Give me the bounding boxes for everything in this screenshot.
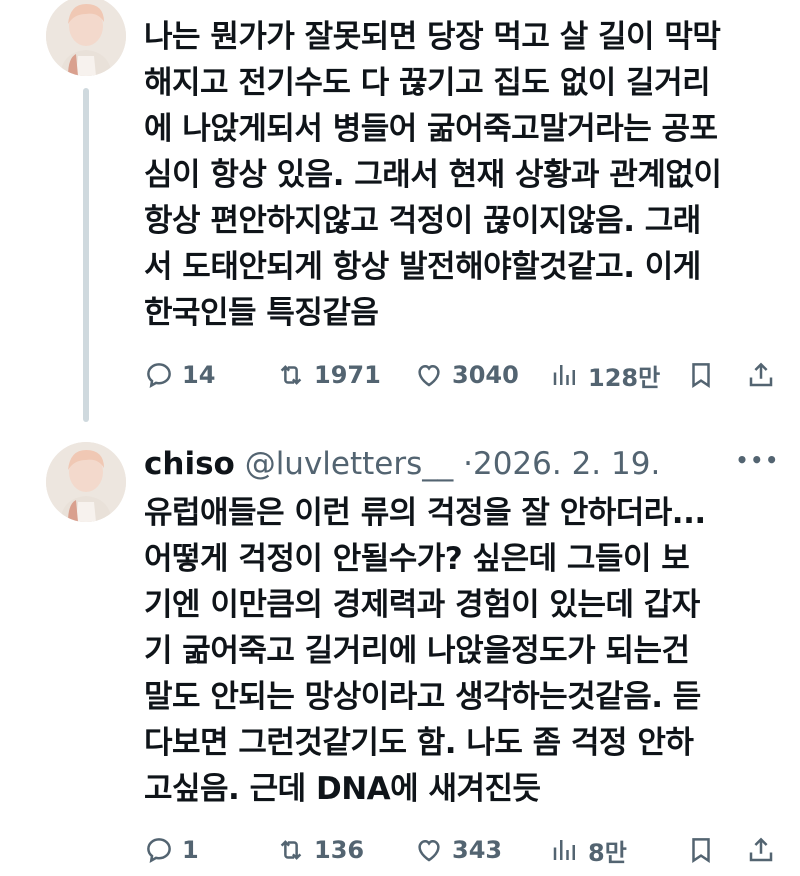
thread-connector-line: [83, 88, 89, 422]
share-icon: [749, 362, 773, 387]
tweet-2-line: 고싶음. 근데 DNA에 새겨진듯: [144, 771, 541, 807]
reply-count: 1: [182, 836, 199, 864]
reply-icon: [147, 363, 171, 389]
tweet-1-text: 나는 뭔가가 잘못되면 당장 먹고 살 길이 막막 해지고 전기수도 다 끊기고…: [144, 14, 784, 336]
retweet-count: 1971: [314, 361, 381, 389]
like-count: 3040: [452, 361, 519, 389]
reply-button[interactable]: 14: [144, 355, 215, 395]
retweet-button[interactable]: 136: [276, 830, 364, 870]
more-icon[interactable]: ·: [774, 0, 780, 10]
reply-button[interactable]: 1: [144, 830, 199, 870]
share-icon: [749, 837, 773, 862]
retweet-count: 136: [314, 836, 365, 864]
tweet-2-actions: 1 136 343 8만: [144, 830, 784, 870]
heart-icon: [418, 839, 440, 862]
like-button[interactable]: 343: [414, 830, 502, 870]
reply-count: 14: [182, 361, 216, 389]
tweet-1-line: 에 나앉게되서 병들어 굶어죽고말거라는 공포: [144, 111, 718, 147]
retweet-icon: [280, 365, 302, 385]
user-display-name[interactable]: chiso: [144, 446, 235, 482]
views-icon: [553, 365, 575, 385]
retweet-icon: [280, 840, 302, 860]
avatar-photo: [46, 442, 126, 522]
like-count: 343: [452, 836, 503, 864]
avatar[interactable]: [46, 0, 126, 76]
share-button[interactable]: [746, 355, 776, 395]
separator-dot: ·: [463, 446, 473, 482]
tweet-1-line: 나는 뭔가가 잘못되면 당장 먹고 살 길이 막막: [144, 19, 721, 55]
user-handle[interactable]: @luvletters__: [245, 446, 454, 482]
retweet-button[interactable]: 1971: [276, 355, 381, 395]
bookmark-button[interactable]: [686, 355, 716, 395]
views-count: 8만: [588, 838, 627, 867]
tweet-date[interactable]: 2026. 2. 19.: [473, 446, 660, 482]
avatar[interactable]: [46, 442, 126, 522]
tweet-2-line: 기 굶어죽고 길거리에 나앉을정도가 되는건: [144, 633, 690, 669]
tweet-1-line: 심이 항상 있음. 그래서 현재 상황과 관계없이: [144, 157, 722, 193]
more-icon[interactable]: •••: [736, 448, 780, 472]
share-button[interactable]: [746, 830, 776, 870]
heart-icon: [418, 364, 440, 387]
like-button[interactable]: 3040: [414, 355, 519, 395]
tweet-2-text: 유럽애들은 이런 류의 걱정을 잘 안하더라... 어떻게 걱정이 안될수가? …: [144, 490, 784, 812]
reply-icon: [147, 838, 171, 864]
tweet-1-actions: 14 1971 3040 128만: [144, 355, 784, 395]
tweet-2-line: 다보면 그런것같기도 함. 나도 좀 걱정 안하: [144, 725, 694, 761]
tweet-1-line: 해지고 전기수도 다 끊기고 집도 없이 길거리: [144, 65, 711, 101]
tweet-1-line: 한국인들 특징같음: [144, 295, 379, 331]
bookmark-icon: [692, 838, 710, 863]
views-count: 128만: [588, 363, 661, 392]
avatar-photo: [46, 0, 126, 76]
views-button[interactable]: 8만: [550, 830, 627, 870]
tweet-2-line: 어떻게 걱정이 안될수가? 싶은데 그들이 보: [144, 541, 690, 577]
tweet-1-line: 서 도태안되게 항상 발전해야할것같고. 이게: [144, 249, 701, 285]
tweet-1-line: 항상 편안하지않고 걱정이 끊이지않음. 그래: [144, 203, 701, 239]
views-button[interactable]: 128만: [550, 355, 660, 395]
tweet-2-line: 말도 안되는 망상이라고 생각하는것같음. 듣: [144, 679, 701, 715]
tweet-2-header: chiso @luvletters__ ·2026. 2. 19.: [144, 442, 784, 486]
views-icon: [553, 840, 575, 860]
bookmark-icon: [692, 363, 710, 388]
bookmark-button[interactable]: [686, 830, 716, 870]
tweet-2-line: 기엔 이만큼의 경제력과 경험이 있는데 갑자: [144, 587, 700, 623]
tweet-2-line: 유럽애들은 이런 류의 걱정을 잘 안하더라...: [144, 495, 706, 531]
